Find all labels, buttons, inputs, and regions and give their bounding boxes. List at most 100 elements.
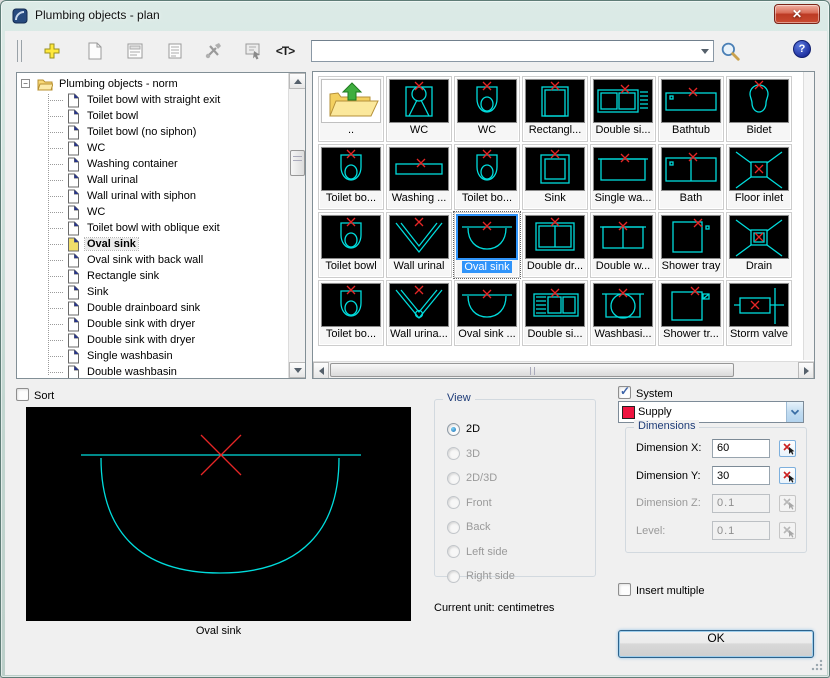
level-pick-button <box>779 522 796 539</box>
tree-item-plumbing-objects-norm[interactable]: −Plumbing objects - norm <box>17 76 288 92</box>
dimension-y-input[interactable] <box>712 466 770 485</box>
tile-washing[interactable]: Washing ... <box>386 144 452 210</box>
tile-wall-urinal[interactable]: Wall urinal <box>386 212 452 278</box>
tile-wc[interactable]: WC <box>386 76 452 142</box>
search-input[interactable] <box>312 41 697 61</box>
tile-single-wa[interactable]: Single wa... <box>590 144 656 210</box>
help-button[interactable]: ? <box>793 40 811 58</box>
tile-rectangl[interactable]: Rectangl... <box>522 76 588 142</box>
tree-item-toilet-bowl-with-oblique-exit[interactable]: Toilet bowl with oblique exit <box>17 220 288 236</box>
tile-item[interactable]: .. <box>318 76 384 142</box>
tree-item-single-washbasin[interactable]: Single washbasin <box>17 348 288 364</box>
magnifier-icon <box>719 40 741 62</box>
tree-scrollbar[interactable] <box>288 73 305 378</box>
tree-item-wc[interactable]: WC <box>17 204 288 220</box>
tree-item-sink[interactable]: Sink <box>17 284 288 300</box>
radio-icon <box>447 447 460 460</box>
tree-item-oval-sink[interactable]: Oval sink <box>17 236 288 252</box>
search-dropdown-button[interactable] <box>697 41 713 61</box>
tree-item-double-sink-with-dryer[interactable]: Double sink with dryer <box>17 316 288 332</box>
drain-icon <box>729 215 789 259</box>
tile-shower-tr[interactable]: Shower tr... <box>658 280 724 346</box>
object-item-icon <box>67 365 80 380</box>
grid-scrollbar-thumb[interactable] <box>330 363 734 377</box>
wall-urinal-icon <box>389 215 449 259</box>
tree-scrollbar-thumb[interactable] <box>290 150 305 176</box>
tile-sink[interactable]: Sink <box>522 144 588 210</box>
view-option-back: Back <box>447 520 490 534</box>
dimensions-group: Dimensions Dimension X:Dimension Y:Dimen… <box>625 427 807 553</box>
title-bar[interactable]: Plumbing objects - plan ✕ <box>1 1 829 31</box>
tile-floor-inlet[interactable]: Floor inlet <box>726 144 792 210</box>
sort-checkbox[interactable] <box>16 388 29 401</box>
grid-vertical-scrollbar-track[interactable] <box>803 72 814 360</box>
tile-toilet-bo[interactable]: Toilet bo... <box>318 144 384 210</box>
grid-horizontal-scrollbar[interactable] <box>313 361 814 378</box>
system-combobox-dropdown-button[interactable] <box>786 402 803 422</box>
tile-oval-sink[interactable]: Oval sink <box>454 212 520 278</box>
dimension-y-pick-button[interactable] <box>779 467 796 484</box>
tile-toilet-bo[interactable]: Toilet bo... <box>318 280 384 346</box>
object-item-icon <box>67 221 80 236</box>
dimension-x-pick-button[interactable] <box>779 440 796 457</box>
resize-grip[interactable] <box>811 659 823 671</box>
tree-item-wc[interactable]: WC <box>17 140 288 156</box>
tools-icon <box>203 41 223 61</box>
object-item-icon <box>67 349 80 364</box>
tree-item-washing-container[interactable]: Washing container <box>17 156 288 172</box>
radio-icon[interactable] <box>447 423 460 436</box>
tile-toilet-bowl[interactable]: Toilet bowl <box>318 212 384 278</box>
properties-button <box>241 39 265 63</box>
scroll-left-button[interactable] <box>313 362 329 379</box>
toolbar-grip[interactable] <box>17 40 22 62</box>
dimension-x-row: Dimension X: <box>636 438 798 458</box>
tree-item-toilet-bowl[interactable]: Toilet bowl <box>17 108 288 124</box>
add-object-button[interactable] <box>40 39 64 63</box>
tile-drain[interactable]: Drain <box>726 212 792 278</box>
tile-storm-valve[interactable]: Storm valve <box>726 280 792 346</box>
dimension-x-input[interactable] <box>712 439 770 458</box>
insert-multiple-checkbox[interactable] <box>618 583 631 596</box>
search-button[interactable] <box>719 40 741 62</box>
view-option-2d[interactable]: 2D <box>447 422 480 436</box>
rect-nested-icon <box>525 79 585 123</box>
tree-item-toilet-bowl-no-siphon[interactable]: Toilet bowl (no siphon) <box>17 124 288 140</box>
tile-wall-urina[interactable]: Wall urina... <box>386 280 452 346</box>
tile-washbasi[interactable]: Washbasi... <box>590 280 656 346</box>
tile-double-dr[interactable]: Double dr... <box>522 212 588 278</box>
dimension-x-label: Dimension X: <box>636 442 712 454</box>
tile-bathtub[interactable]: Bathtub <box>658 76 724 142</box>
shower-tray-icon <box>661 215 721 259</box>
text-symbol-button[interactable]: <T> <box>273 39 297 63</box>
tree-item-rectangle-sink[interactable]: Rectangle sink <box>17 268 288 284</box>
tile-wc[interactable]: WC <box>454 76 520 142</box>
tile-double-w[interactable]: Double w... <box>590 212 656 278</box>
properties-icon <box>243 41 263 61</box>
tile-bidet[interactable]: Bidet <box>726 76 792 142</box>
sort-checkbox-row: Sort <box>16 386 54 404</box>
tree-item-wall-urinal[interactable]: Wall urinal <box>17 172 288 188</box>
tile-double-si[interactable]: Double si... <box>522 280 588 346</box>
tile-oval-sink[interactable]: Oval sink ... <box>454 280 520 346</box>
tile-toilet-bo[interactable]: Toilet bo... <box>454 144 520 210</box>
scroll-down-button[interactable] <box>289 362 306 378</box>
view-option-2d-3d: 2D/3D <box>447 471 497 485</box>
tree-item-toilet-bowl-with-straight-exit[interactable]: Toilet bowl with straight exit <box>17 92 288 108</box>
close-button[interactable]: ✕ <box>774 4 820 24</box>
scroll-right-button[interactable] <box>798 362 814 379</box>
tile-double-si[interactable]: Double si... <box>590 76 656 142</box>
washing-container-icon <box>389 147 449 191</box>
tile-bath[interactable]: Bath <box>658 144 724 210</box>
tree-item-double-washbasin[interactable]: Double washbasin <box>17 364 288 379</box>
tree-item-wall-urinal-with-siphon[interactable]: Wall urinal with siphon <box>17 188 288 204</box>
tree-item-oval-sink-with-back-wall[interactable]: Oval sink with back wall <box>17 252 288 268</box>
tree-item-double-sink-with-dryer[interactable]: Double sink with dryer <box>17 332 288 348</box>
system-checkbox[interactable] <box>618 386 631 399</box>
tree-item-double-drainboard-sink[interactable]: Double drainboard sink <box>17 300 288 316</box>
ok-button[interactable]: OK <box>618 630 814 658</box>
tile-shower-tray[interactable]: Shower tray <box>658 212 724 278</box>
system-checkbox-row: System <box>618 384 673 402</box>
tree-collapse-toggle[interactable]: − <box>21 79 30 88</box>
toilet-bowl-icon <box>321 283 381 327</box>
scroll-up-button[interactable] <box>289 73 306 89</box>
